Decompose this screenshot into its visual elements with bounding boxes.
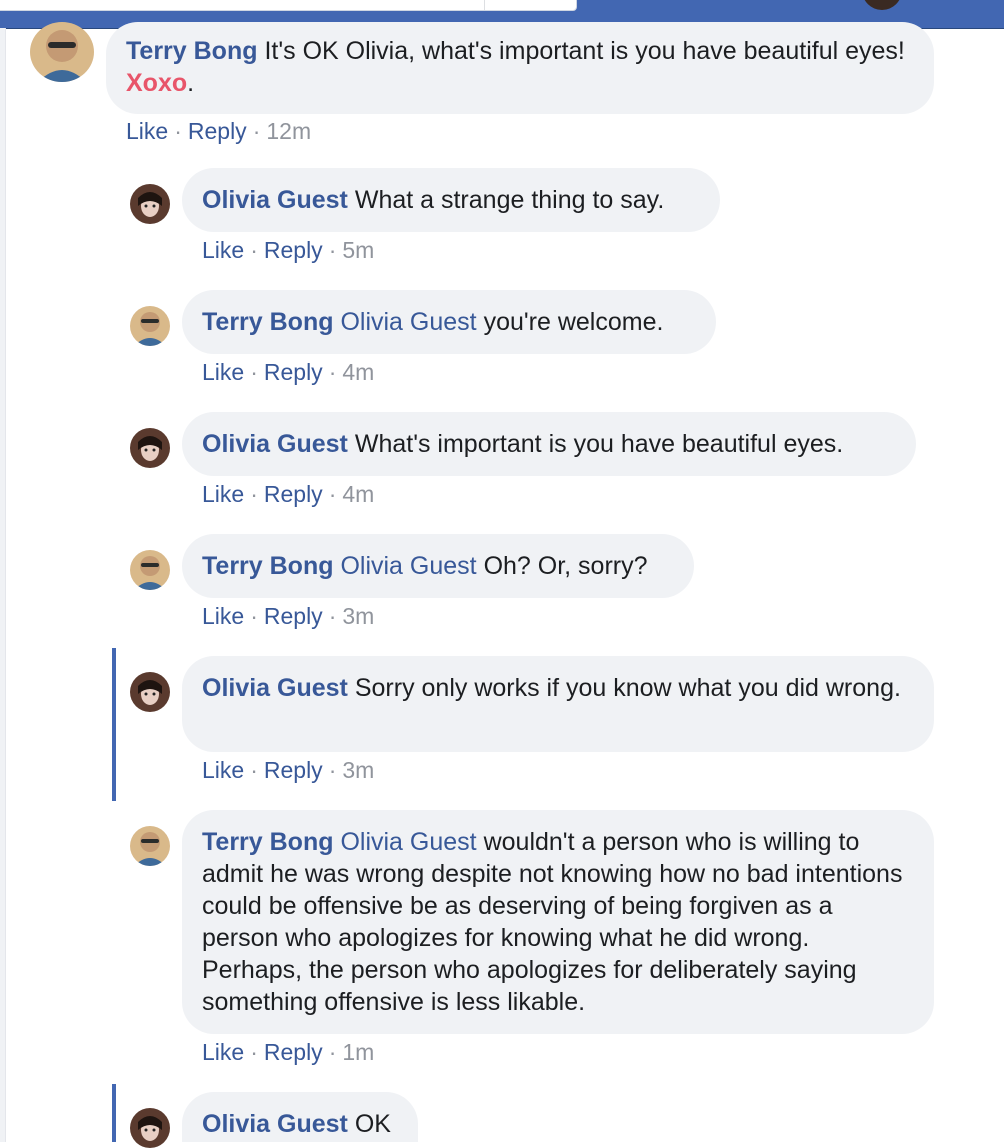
like-link[interactable]: Like (202, 481, 244, 507)
reply-link[interactable]: Reply (264, 481, 323, 507)
separator: · (250, 359, 258, 385)
comment-actions: Like · Reply · 4m (202, 481, 374, 507)
comment-timestamp[interactable]: 4m (342, 359, 374, 385)
comment-bubble: Terry Bong Olivia Guest Oh? Or, sorry? (182, 534, 694, 598)
reply-link[interactable]: Reply (264, 1039, 323, 1065)
comment-timestamp[interactable]: 3m (342, 603, 374, 629)
olivia-guest-avatar-icon[interactable] (130, 428, 170, 468)
comment-emphasis: Xoxo (126, 69, 188, 97)
terry-bong-avatar-icon[interactable] (130, 826, 170, 866)
comment-bubble: Terry Bong It's OK Olivia, what's import… (106, 22, 934, 114)
like-link[interactable]: Like (126, 118, 168, 144)
comment-mention[interactable]: Olivia Guest (340, 308, 476, 336)
comment-bubble: Terry Bong Olivia Guest wouldn't a perso… (182, 810, 934, 1034)
comment-trailing: . (187, 69, 195, 97)
comment-author[interactable]: Olivia Guest (202, 1110, 348, 1138)
comment-bubble: Olivia Guest What a strange thing to say… (182, 168, 720, 232)
comment-timestamp[interactable]: 4m (342, 481, 374, 507)
comment-bubble: Terry Bong Olivia Guest you're welcome. (182, 290, 716, 354)
like-link[interactable]: Like (202, 237, 244, 263)
comment-timestamp[interactable]: 3m (342, 757, 374, 783)
comment-text: Sorry only works if you know what you di… (354, 674, 901, 702)
reply-link[interactable]: Reply (188, 118, 247, 144)
comment-bubble: Olivia Guest Sorry only works if you kno… (182, 656, 934, 752)
separator: · (328, 603, 337, 629)
separator: · (328, 359, 337, 385)
profile-avatar-icon[interactable] (862, 0, 902, 10)
reply-link[interactable]: Reply (264, 757, 323, 783)
terry-bong-avatar-icon[interactable] (30, 22, 94, 82)
comment-author[interactable]: Olivia Guest (202, 186, 348, 214)
comment-author[interactable]: Terry Bong (202, 308, 334, 336)
reply-link[interactable]: Reply (264, 359, 323, 385)
comment-actions: Like · Reply · 1m (202, 1039, 374, 1065)
comment-author[interactable]: Terry Bong (202, 828, 334, 856)
comment-text: wouldn't a person who is willing to admi… (202, 828, 903, 1016)
comment-text: you're welcome. (483, 308, 664, 336)
comment-mention[interactable]: Olivia Guest (340, 828, 476, 856)
like-link[interactable]: Like (202, 603, 244, 629)
comment-highlight-bar (112, 648, 116, 801)
comment-author[interactable]: Olivia Guest (202, 430, 348, 458)
comment-timestamp[interactable]: 12m (266, 118, 311, 144)
olivia-guest-avatar-icon[interactable] (130, 184, 170, 224)
reply-link[interactable]: Reply (264, 603, 323, 629)
separator: · (250, 481, 258, 507)
like-link[interactable]: Like (202, 757, 244, 783)
terry-bong-avatar-icon[interactable] (130, 306, 170, 346)
comment-actions: Like · Reply · 3m (202, 757, 374, 783)
separator: · (250, 237, 258, 263)
comment-mention[interactable]: Olivia Guest (340, 552, 476, 580)
comment-text: It's OK Olivia, what's important is you … (264, 37, 905, 65)
comment-timestamp[interactable]: 1m (342, 1039, 374, 1065)
separator: · (250, 1039, 258, 1065)
reply-link[interactable]: Reply (264, 237, 323, 263)
comment-actions: Like · Reply · 4m (202, 359, 374, 385)
comment-text: OK (354, 1110, 391, 1138)
separator: · (328, 481, 337, 507)
separator: · (252, 118, 261, 144)
left-rail (0, 28, 6, 1142)
comment-highlight-bar (112, 1084, 116, 1142)
comment-text: Oh? Or, sorry? (483, 552, 648, 580)
olivia-guest-avatar-icon[interactable] (130, 1108, 170, 1148)
terry-bong-avatar-icon[interactable] (130, 550, 170, 590)
comment-actions: Like · Reply · 12m (126, 118, 311, 144)
separator: · (174, 118, 182, 144)
separator: · (250, 757, 258, 783)
separator: · (328, 237, 337, 263)
comment-actions: Like · Reply · 3m (202, 603, 374, 629)
separator: · (328, 1039, 337, 1065)
search-button[interactable] (484, 0, 485, 10)
comment-timestamp[interactable]: 5m (342, 237, 374, 263)
comment-text: What a strange thing to say. (354, 186, 665, 214)
comment-author[interactable]: Olivia Guest (202, 674, 348, 702)
comment-text: What's important is you have beautiful e… (354, 430, 844, 458)
olivia-guest-avatar-icon[interactable] (130, 672, 170, 712)
comment-bubble: Olivia Guest What's important is you hav… (182, 412, 916, 476)
like-link[interactable]: Like (202, 1039, 244, 1065)
separator: · (250, 603, 258, 629)
comment-author[interactable]: Terry Bong (202, 552, 334, 580)
comment-author[interactable]: Terry Bong (126, 37, 258, 65)
comment-bubble: Olivia Guest OK (182, 1092, 418, 1142)
separator: · (328, 757, 337, 783)
like-link[interactable]: Like (202, 359, 244, 385)
search-input[interactable] (0, 0, 577, 11)
comment-actions: Like · Reply · 5m (202, 237, 374, 263)
